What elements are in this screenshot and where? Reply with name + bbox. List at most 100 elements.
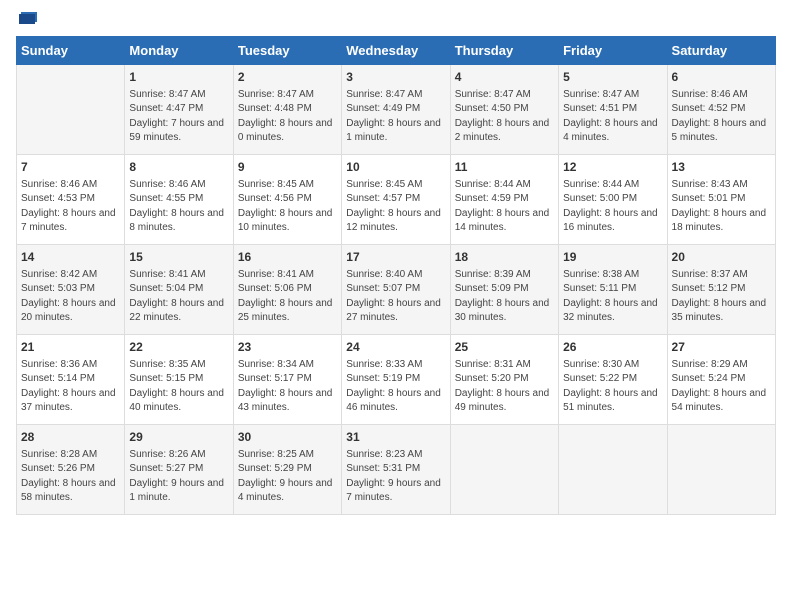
cell-content: Sunrise: 8:47 AMSunset: 4:49 PMDaylight:… bbox=[346, 89, 441, 143]
day-number: 30 bbox=[238, 429, 337, 445]
cell-content: Sunrise: 8:47 AMSunset: 4:51 PMDaylight:… bbox=[563, 89, 658, 143]
calendar-cell: 5 Sunrise: 8:47 AMSunset: 4:51 PMDaylight… bbox=[559, 65, 667, 155]
cell-content: Sunrise: 8:45 AMSunset: 4:56 PMDaylight:… bbox=[238, 179, 333, 233]
calendar-cell: 3 Sunrise: 8:47 AMSunset: 4:49 PMDaylight… bbox=[342, 65, 450, 155]
calendar-cell: 23 Sunrise: 8:34 AMSunset: 5:17 PMDayligh… bbox=[233, 335, 341, 425]
page-header bbox=[16, 16, 776, 26]
calendar-cell: 29 Sunrise: 8:26 AMSunset: 5:27 PMDayligh… bbox=[125, 425, 233, 515]
cell-content: Sunrise: 8:28 AMSunset: 5:26 PMDaylight:… bbox=[21, 449, 116, 503]
calendar-header: SundayMondayTuesdayWednesdayThursdayFrid… bbox=[17, 37, 776, 65]
cell-content: Sunrise: 8:47 AMSunset: 4:48 PMDaylight:… bbox=[238, 89, 333, 143]
day-number: 25 bbox=[455, 339, 554, 355]
calendar-cell: 27 Sunrise: 8:29 AMSunset: 5:24 PMDayligh… bbox=[667, 335, 775, 425]
day-number: 23 bbox=[238, 339, 337, 355]
cell-content: Sunrise: 8:46 AMSunset: 4:55 PMDaylight:… bbox=[129, 179, 224, 233]
day-number: 8 bbox=[129, 159, 228, 175]
calendar-cell: 7 Sunrise: 8:46 AMSunset: 4:53 PMDaylight… bbox=[17, 155, 125, 245]
cell-content: Sunrise: 8:35 AMSunset: 5:15 PMDaylight:… bbox=[129, 359, 224, 413]
header-cell-wednesday: Wednesday bbox=[342, 37, 450, 65]
header-cell-tuesday: Tuesday bbox=[233, 37, 341, 65]
week-row-1: 1Sunrise: 8:47 AMSunset: 4:47 PMDaylight… bbox=[17, 65, 776, 155]
calendar-cell: 11Sunrise: 8:44 AMSunset: 4:59 PMDayligh… bbox=[450, 155, 558, 245]
day-number: 5 bbox=[563, 69, 662, 85]
calendar-cell bbox=[17, 65, 125, 155]
cell-content: Sunrise: 8:30 AMSunset: 5:22 PMDaylight:… bbox=[563, 359, 658, 413]
calendar-cell: 24 Sunrise: 8:33 AMSunset: 5:19 PMDayligh… bbox=[342, 335, 450, 425]
day-number: 13 bbox=[672, 159, 771, 175]
day-number: 29 bbox=[129, 429, 228, 445]
cell-content: Sunrise: 8:44 AMSunset: 5:00 PMDaylight:… bbox=[563, 179, 658, 233]
day-number: 20 bbox=[672, 249, 771, 265]
day-number: 12 bbox=[563, 159, 662, 175]
cell-content: Sunrise: 8:34 AMSunset: 5:17 PMDaylight:… bbox=[238, 359, 333, 413]
calendar-cell: 10Sunrise: 8:45 AMSunset: 4:57 PMDayligh… bbox=[342, 155, 450, 245]
day-number: 15 bbox=[129, 249, 228, 265]
calendar-cell: 4 Sunrise: 8:47 AMSunset: 4:50 PMDaylight… bbox=[450, 65, 558, 155]
logo bbox=[16, 16, 37, 26]
header-cell-saturday: Saturday bbox=[667, 37, 775, 65]
calendar-cell: 12 Sunrise: 8:44 AMSunset: 5:00 PMDayligh… bbox=[559, 155, 667, 245]
calendar-cell: 8 Sunrise: 8:46 AMSunset: 4:55 PMDaylight… bbox=[125, 155, 233, 245]
cell-content: Sunrise: 8:39 AMSunset: 5:09 PMDaylight:… bbox=[455, 269, 550, 323]
cell-content: Sunrise: 8:41 AMSunset: 5:06 PMDaylight:… bbox=[238, 269, 333, 323]
cell-content: Sunrise: 8:41 AMSunset: 5:04 PMDaylight:… bbox=[129, 269, 224, 323]
cell-content: Sunrise: 8:45 AMSunset: 4:57 PMDaylight:… bbox=[346, 179, 441, 233]
day-number: 22 bbox=[129, 339, 228, 355]
calendar-cell: 17 Sunrise: 8:40 AMSunset: 5:07 PMDayligh… bbox=[342, 245, 450, 335]
calendar-cell: 15 Sunrise: 8:41 AMSunset: 5:04 PMDayligh… bbox=[125, 245, 233, 335]
cell-content: Sunrise: 8:36 AMSunset: 5:14 PMDaylight:… bbox=[21, 359, 116, 413]
calendar-cell: 1Sunrise: 8:47 AMSunset: 4:47 PMDaylight… bbox=[125, 65, 233, 155]
cell-content: Sunrise: 8:37 AMSunset: 5:12 PMDaylight:… bbox=[672, 269, 767, 323]
calendar-cell: 30Sunrise: 8:25 AMSunset: 5:29 PMDayligh… bbox=[233, 425, 341, 515]
day-number: 27 bbox=[672, 339, 771, 355]
calendar-cell: 22 Sunrise: 8:35 AMSunset: 5:15 PMDayligh… bbox=[125, 335, 233, 425]
week-row-2: 7 Sunrise: 8:46 AMSunset: 4:53 PMDaylight… bbox=[17, 155, 776, 245]
logo-flag-icon bbox=[19, 12, 37, 26]
week-row-3: 14Sunrise: 8:42 AMSunset: 5:03 PMDayligh… bbox=[17, 245, 776, 335]
calendar-cell: 20 Sunrise: 8:37 AMSunset: 5:12 PMDayligh… bbox=[667, 245, 775, 335]
calendar-cell bbox=[667, 425, 775, 515]
calendar-cell: 31Sunrise: 8:23 AMSunset: 5:31 PMDayligh… bbox=[342, 425, 450, 515]
day-number: 28 bbox=[21, 429, 120, 445]
cell-content: Sunrise: 8:46 AMSunset: 4:53 PMDaylight:… bbox=[21, 179, 116, 233]
calendar-cell: 18Sunrise: 8:39 AMSunset: 5:09 PMDayligh… bbox=[450, 245, 558, 335]
calendar-cell: 21Sunrise: 8:36 AMSunset: 5:14 PMDayligh… bbox=[17, 335, 125, 425]
week-row-5: 28 Sunrise: 8:28 AMSunset: 5:26 PMDayligh… bbox=[17, 425, 776, 515]
week-row-4: 21Sunrise: 8:36 AMSunset: 5:14 PMDayligh… bbox=[17, 335, 776, 425]
cell-content: Sunrise: 8:40 AMSunset: 5:07 PMDaylight:… bbox=[346, 269, 441, 323]
header-cell-thursday: Thursday bbox=[450, 37, 558, 65]
calendar-cell: 14Sunrise: 8:42 AMSunset: 5:03 PMDayligh… bbox=[17, 245, 125, 335]
day-number: 24 bbox=[346, 339, 445, 355]
cell-content: Sunrise: 8:47 AMSunset: 4:47 PMDaylight:… bbox=[129, 89, 224, 143]
day-number: 11 bbox=[455, 159, 554, 175]
cell-content: Sunrise: 8:33 AMSunset: 5:19 PMDaylight:… bbox=[346, 359, 441, 413]
cell-content: Sunrise: 8:29 AMSunset: 5:24 PMDaylight:… bbox=[672, 359, 767, 413]
calendar-cell: 9 Sunrise: 8:45 AMSunset: 4:56 PMDaylight… bbox=[233, 155, 341, 245]
calendar-cell: 25 Sunrise: 8:31 AMSunset: 5:20 PMDayligh… bbox=[450, 335, 558, 425]
cell-content: Sunrise: 8:42 AMSunset: 5:03 PMDaylight:… bbox=[21, 269, 116, 323]
day-number: 7 bbox=[21, 159, 120, 175]
calendar-cell bbox=[450, 425, 558, 515]
day-number: 19 bbox=[563, 249, 662, 265]
calendar-cell: 26 Sunrise: 8:30 AMSunset: 5:22 PMDayligh… bbox=[559, 335, 667, 425]
day-number: 17 bbox=[346, 249, 445, 265]
cell-content: Sunrise: 8:46 AMSunset: 4:52 PMDaylight:… bbox=[672, 89, 767, 143]
cell-content: Sunrise: 8:26 AMSunset: 5:27 PMDaylight:… bbox=[129, 449, 224, 503]
day-number: 9 bbox=[238, 159, 337, 175]
calendar-cell bbox=[559, 425, 667, 515]
cell-content: Sunrise: 8:31 AMSunset: 5:20 PMDaylight:… bbox=[455, 359, 550, 413]
calendar-cell: 16 Sunrise: 8:41 AMSunset: 5:06 PMDayligh… bbox=[233, 245, 341, 335]
day-number: 26 bbox=[563, 339, 662, 355]
header-row: SundayMondayTuesdayWednesdayThursdayFrid… bbox=[17, 37, 776, 65]
day-number: 3 bbox=[346, 69, 445, 85]
day-number: 16 bbox=[238, 249, 337, 265]
day-number: 4 bbox=[455, 69, 554, 85]
calendar-cell: 2 Sunrise: 8:47 AMSunset: 4:48 PMDaylight… bbox=[233, 65, 341, 155]
header-cell-friday: Friday bbox=[559, 37, 667, 65]
cell-content: Sunrise: 8:23 AMSunset: 5:31 PMDaylight:… bbox=[346, 449, 441, 503]
cell-content: Sunrise: 8:38 AMSunset: 5:11 PMDaylight:… bbox=[563, 269, 658, 323]
cell-content: Sunrise: 8:47 AMSunset: 4:50 PMDaylight:… bbox=[455, 89, 550, 143]
header-cell-sunday: Sunday bbox=[17, 37, 125, 65]
calendar-body: 1Sunrise: 8:47 AMSunset: 4:47 PMDaylight… bbox=[17, 65, 776, 515]
day-number: 2 bbox=[238, 69, 337, 85]
